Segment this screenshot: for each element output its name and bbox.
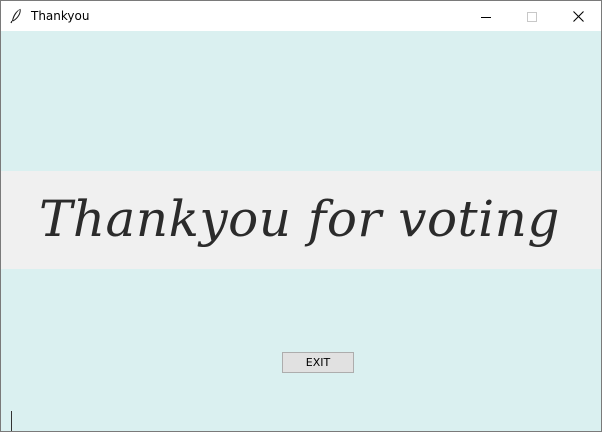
resize-edge-mark bbox=[11, 411, 12, 431]
maximize-button[interactable] bbox=[509, 1, 555, 31]
title-bar[interactable]: Thankyou bbox=[1, 1, 601, 31]
thank-you-banner: Thankyou for voting bbox=[1, 171, 601, 269]
minimize-button[interactable] bbox=[463, 1, 509, 31]
thank-you-message: Thankyou for voting bbox=[39, 190, 560, 248]
close-button[interactable] bbox=[555, 1, 601, 31]
maximize-icon bbox=[527, 7, 537, 26]
window-title: Thankyou bbox=[31, 9, 90, 23]
feather-icon bbox=[10, 8, 22, 24]
window-content: Thankyou for voting EXIT bbox=[1, 31, 601, 431]
app-window: Thankyou Thankyou for voting EXIT bbox=[0, 0, 602, 432]
minimize-icon bbox=[481, 7, 491, 26]
exit-button[interactable]: EXIT bbox=[282, 352, 354, 373]
close-icon bbox=[572, 7, 584, 26]
